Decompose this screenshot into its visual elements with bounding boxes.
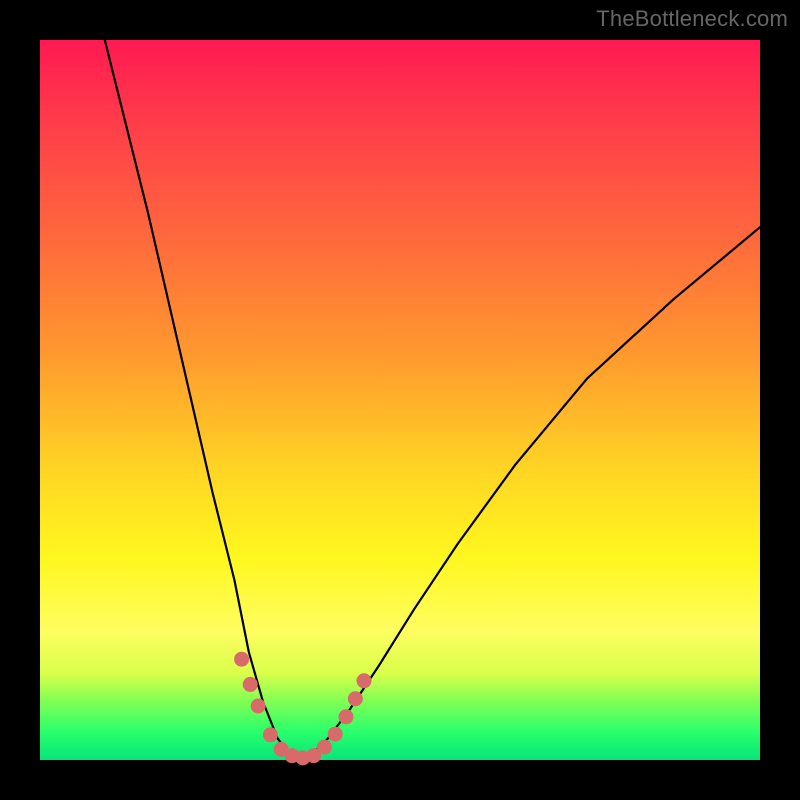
- data-dot: [317, 740, 332, 755]
- curve-group: [105, 40, 760, 760]
- watermark-text: TheBottleneck.com: [596, 6, 788, 32]
- curves-svg: [40, 40, 760, 760]
- data-dot: [263, 727, 278, 742]
- data-dot: [328, 727, 343, 742]
- data-dot: [243, 677, 258, 692]
- data-dot: [357, 673, 372, 688]
- data-dot: [348, 691, 363, 706]
- data-dot: [251, 699, 266, 714]
- data-dot: [234, 652, 249, 667]
- curve-left-arm: [105, 40, 299, 760]
- plot-area: [40, 40, 760, 760]
- chart-frame: TheBottleneck.com: [0, 0, 800, 800]
- data-dot: [339, 709, 354, 724]
